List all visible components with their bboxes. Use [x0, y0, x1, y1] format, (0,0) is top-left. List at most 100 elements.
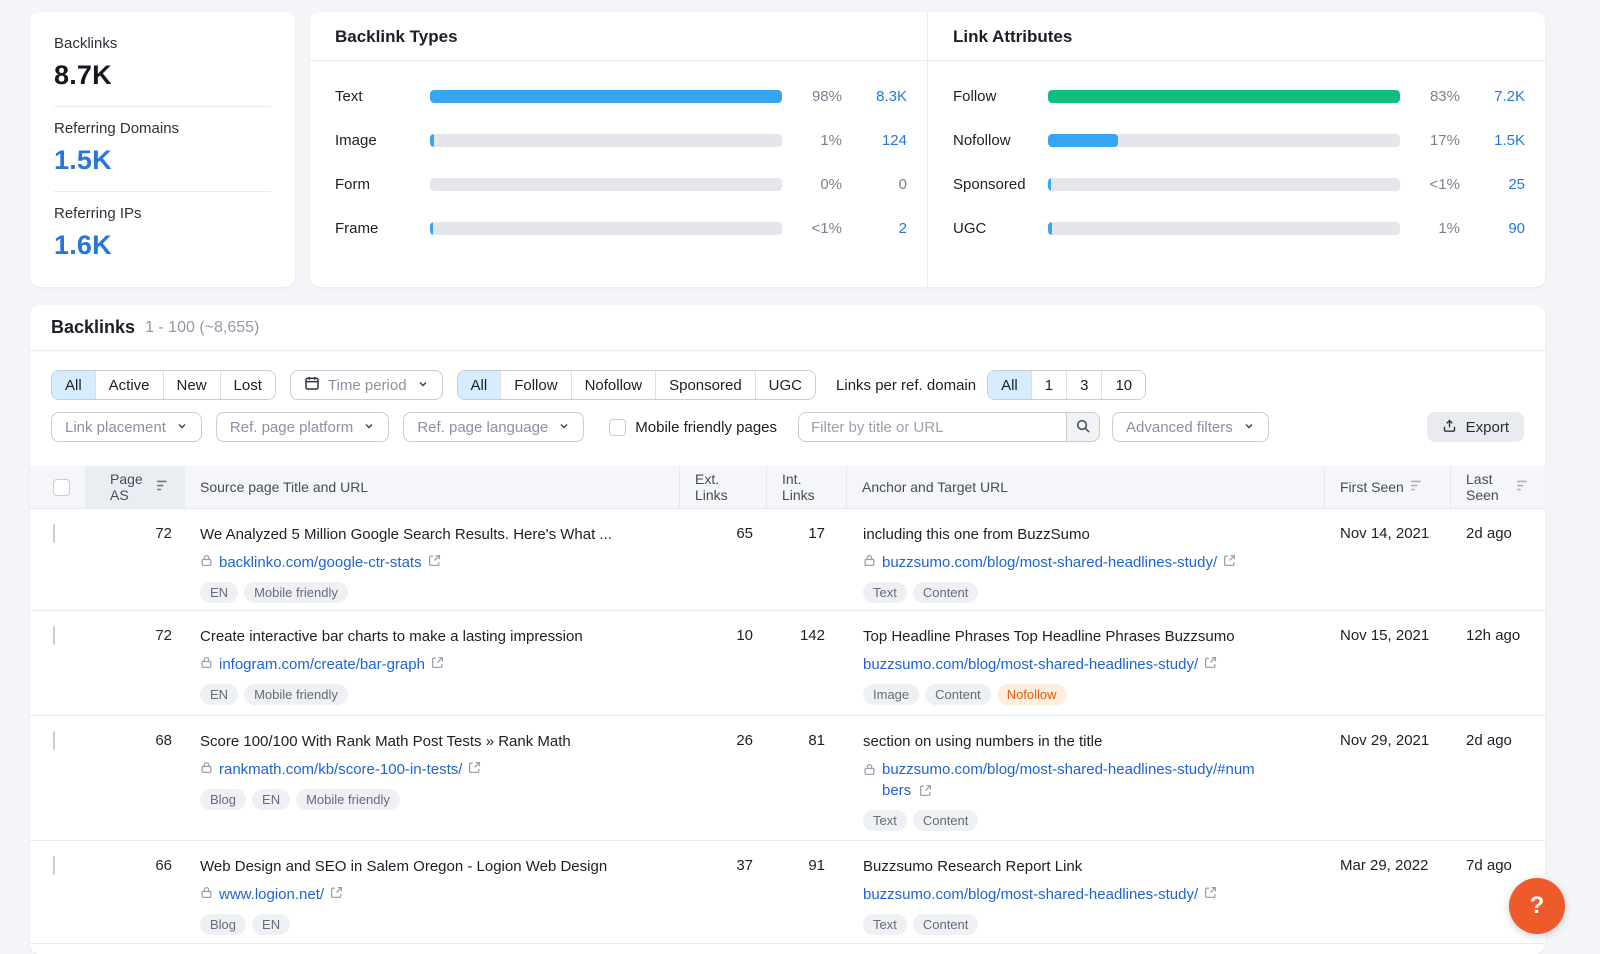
links-per-domain-all[interactable]: All — [988, 371, 1031, 399]
external-link-icon[interactable] — [428, 554, 441, 571]
status-tab-all[interactable]: All — [52, 371, 95, 399]
stat-backlinks-label: Backlinks — [54, 35, 271, 52]
first-seen-value: Nov 14, 2021 — [1325, 509, 1451, 610]
anchor-cell: Top Headline Phrases Top Headline Phrase… — [847, 611, 1325, 715]
row-checkbox[interactable] — [53, 731, 55, 750]
source-url-link[interactable]: infogram.com/create/bar-graph — [219, 654, 425, 675]
title-url-filter — [798, 412, 1100, 442]
link-placement-dropdown[interactable]: Link placement — [51, 412, 202, 442]
help-button[interactable]: ? — [1509, 878, 1565, 934]
follow-tab-ugc[interactable]: UGC — [755, 371, 815, 399]
table-footer-space — [30, 944, 1545, 954]
filter-input[interactable] — [798, 412, 1066, 442]
status-tab-new[interactable]: New — [163, 371, 220, 399]
follow-tab-all[interactable]: All — [458, 371, 501, 399]
bar-value-link[interactable]: 7.2K — [1470, 88, 1525, 105]
source-url-link[interactable]: backlinko.com/google-ctr-stats — [219, 552, 422, 573]
column-header-int-links[interactable]: Int. Links — [767, 466, 847, 508]
time-period-dropdown[interactable]: Time period — [290, 370, 443, 400]
ref-page-language-dropdown[interactable]: Ref. page language — [403, 412, 584, 442]
lock-icon — [200, 885, 213, 904]
row-checkbox[interactable] — [53, 856, 55, 875]
bar-row-follow: Follow 83% 7.2K — [953, 74, 1525, 118]
int-links-value: 17 — [767, 509, 847, 610]
anchor-text: including this one from BuzzSumo — [863, 525, 1325, 545]
bar-value-link[interactable]: 124 — [852, 132, 907, 149]
external-link-icon[interactable] — [468, 761, 481, 778]
status-tab-active[interactable]: Active — [95, 371, 163, 399]
export-button[interactable]: Export — [1427, 412, 1524, 442]
column-header-page-as[interactable]: Page AS — [85, 466, 185, 508]
external-link-icon[interactable] — [1223, 554, 1236, 571]
follow-tab-nofollow[interactable]: Nofollow — [571, 371, 656, 399]
column-header-first-seen[interactable]: First Seen — [1325, 466, 1451, 508]
source-url-link[interactable]: www.logion.net/ — [219, 884, 324, 905]
mobile-friendly-checkbox[interactable] — [609, 419, 626, 436]
column-header-last-seen[interactable]: Last Seen — [1451, 466, 1545, 508]
link-placement-label: Link placement — [65, 419, 166, 436]
external-link-icon[interactable] — [919, 784, 932, 801]
summary-card: Backlinks 8.7K Referring Domains 1.5K Re… — [30, 12, 295, 287]
external-link-icon[interactable] — [1204, 656, 1217, 673]
table-header-row: Page AS Source page Title and URL Ext. L… — [30, 466, 1545, 509]
external-link-icon[interactable] — [431, 656, 444, 673]
chevron-down-icon — [417, 377, 429, 394]
ref-page-platform-dropdown[interactable]: Ref. page platform — [216, 412, 389, 442]
mobile-friendly-label: Mobile friendly pages — [635, 419, 777, 436]
bar-value-link[interactable]: 25 — [1470, 176, 1525, 193]
target-url-link[interactable]: buzzsumo.com/blog/most-shared-headlines-… — [863, 654, 1198, 675]
row-checkbox[interactable] — [53, 626, 55, 645]
badge: EN — [200, 582, 238, 603]
column-header-source[interactable]: Source page Title and URL — [185, 466, 680, 508]
bar-value-link[interactable]: 1.5K — [1470, 132, 1525, 149]
bar-value-link[interactable]: 90 — [1470, 220, 1525, 237]
source-badges: Blog EN — [200, 914, 680, 935]
export-icon — [1442, 418, 1457, 437]
row-checkbox[interactable] — [53, 524, 55, 543]
source-url-link[interactable]: rankmath.com/kb/score-100-in-tests/ — [219, 759, 462, 780]
bar-row-image: Image 1% 124 — [335, 118, 907, 162]
external-link-icon[interactable] — [330, 886, 343, 903]
bar-track — [430, 90, 782, 103]
badge: Blog — [200, 914, 246, 935]
links-per-domain-10[interactable]: 10 — [1101, 371, 1145, 399]
source-url-line: backlinko.com/google-ctr-stats — [200, 552, 680, 573]
stat-referring-domains-label: Referring Domains — [54, 120, 271, 137]
target-url-link[interactable]: buzzsumo.com/blog/most-shared-headlines-… — [882, 761, 1255, 799]
anchor-text: Buzzsumo Research Report Link — [863, 857, 1325, 877]
badge: Blog — [200, 789, 246, 810]
links-per-domain-1[interactable]: 1 — [1031, 371, 1066, 399]
follow-tab-sponsored[interactable]: Sponsored — [655, 371, 755, 399]
links-per-domain-3[interactable]: 3 — [1066, 371, 1101, 399]
bar-row-nofollow: Nofollow 17% 1.5K — [953, 118, 1525, 162]
stat-referring-domains-value[interactable]: 1.5K — [54, 145, 271, 176]
time-period-label: Time period — [328, 377, 407, 394]
select-all-checkbox[interactable] — [53, 479, 70, 496]
badge: Content — [913, 810, 979, 831]
bar-row-sponsored: Sponsored <1% 25 — [953, 162, 1525, 206]
badge: Content — [913, 914, 979, 935]
bar-label: Frame — [335, 220, 420, 237]
column-header-ext-links[interactable]: Ext. Links — [680, 466, 767, 508]
bar-fill — [430, 134, 434, 147]
select-all-cell — [30, 466, 85, 508]
status-tab-lost[interactable]: Lost — [220, 371, 275, 399]
table-range: 1 - 100 (~8,655) — [145, 319, 259, 337]
anchor-badges: Text Content — [863, 582, 1325, 603]
status-segmented-control: All Active New Lost — [51, 370, 276, 400]
target-url-link[interactable]: buzzsumo.com/blog/most-shared-headlines-… — [882, 552, 1217, 573]
anchor-cell: section on using numbers in the title bu… — [847, 716, 1325, 840]
follow-tab-follow[interactable]: Follow — [500, 371, 570, 399]
stat-referring-ips-value[interactable]: 1.6K — [54, 230, 271, 261]
bar-value-link[interactable]: 8.3K — [852, 88, 907, 105]
stat-referring-domains: Referring Domains 1.5K — [54, 107, 271, 192]
external-link-icon[interactable] — [1204, 886, 1217, 903]
target-url-link[interactable]: buzzsumo.com/blog/most-shared-headlines-… — [863, 884, 1198, 905]
backlink-types-title: Backlink Types — [310, 12, 927, 61]
lock-icon — [200, 655, 213, 674]
column-header-anchor[interactable]: Anchor and Target URL — [847, 466, 1325, 508]
search-button[interactable] — [1066, 412, 1100, 442]
bar-value-link[interactable]: 2 — [852, 220, 907, 237]
calendar-icon — [304, 375, 320, 395]
advanced-filters-dropdown[interactable]: Advanced filters — [1112, 412, 1269, 442]
